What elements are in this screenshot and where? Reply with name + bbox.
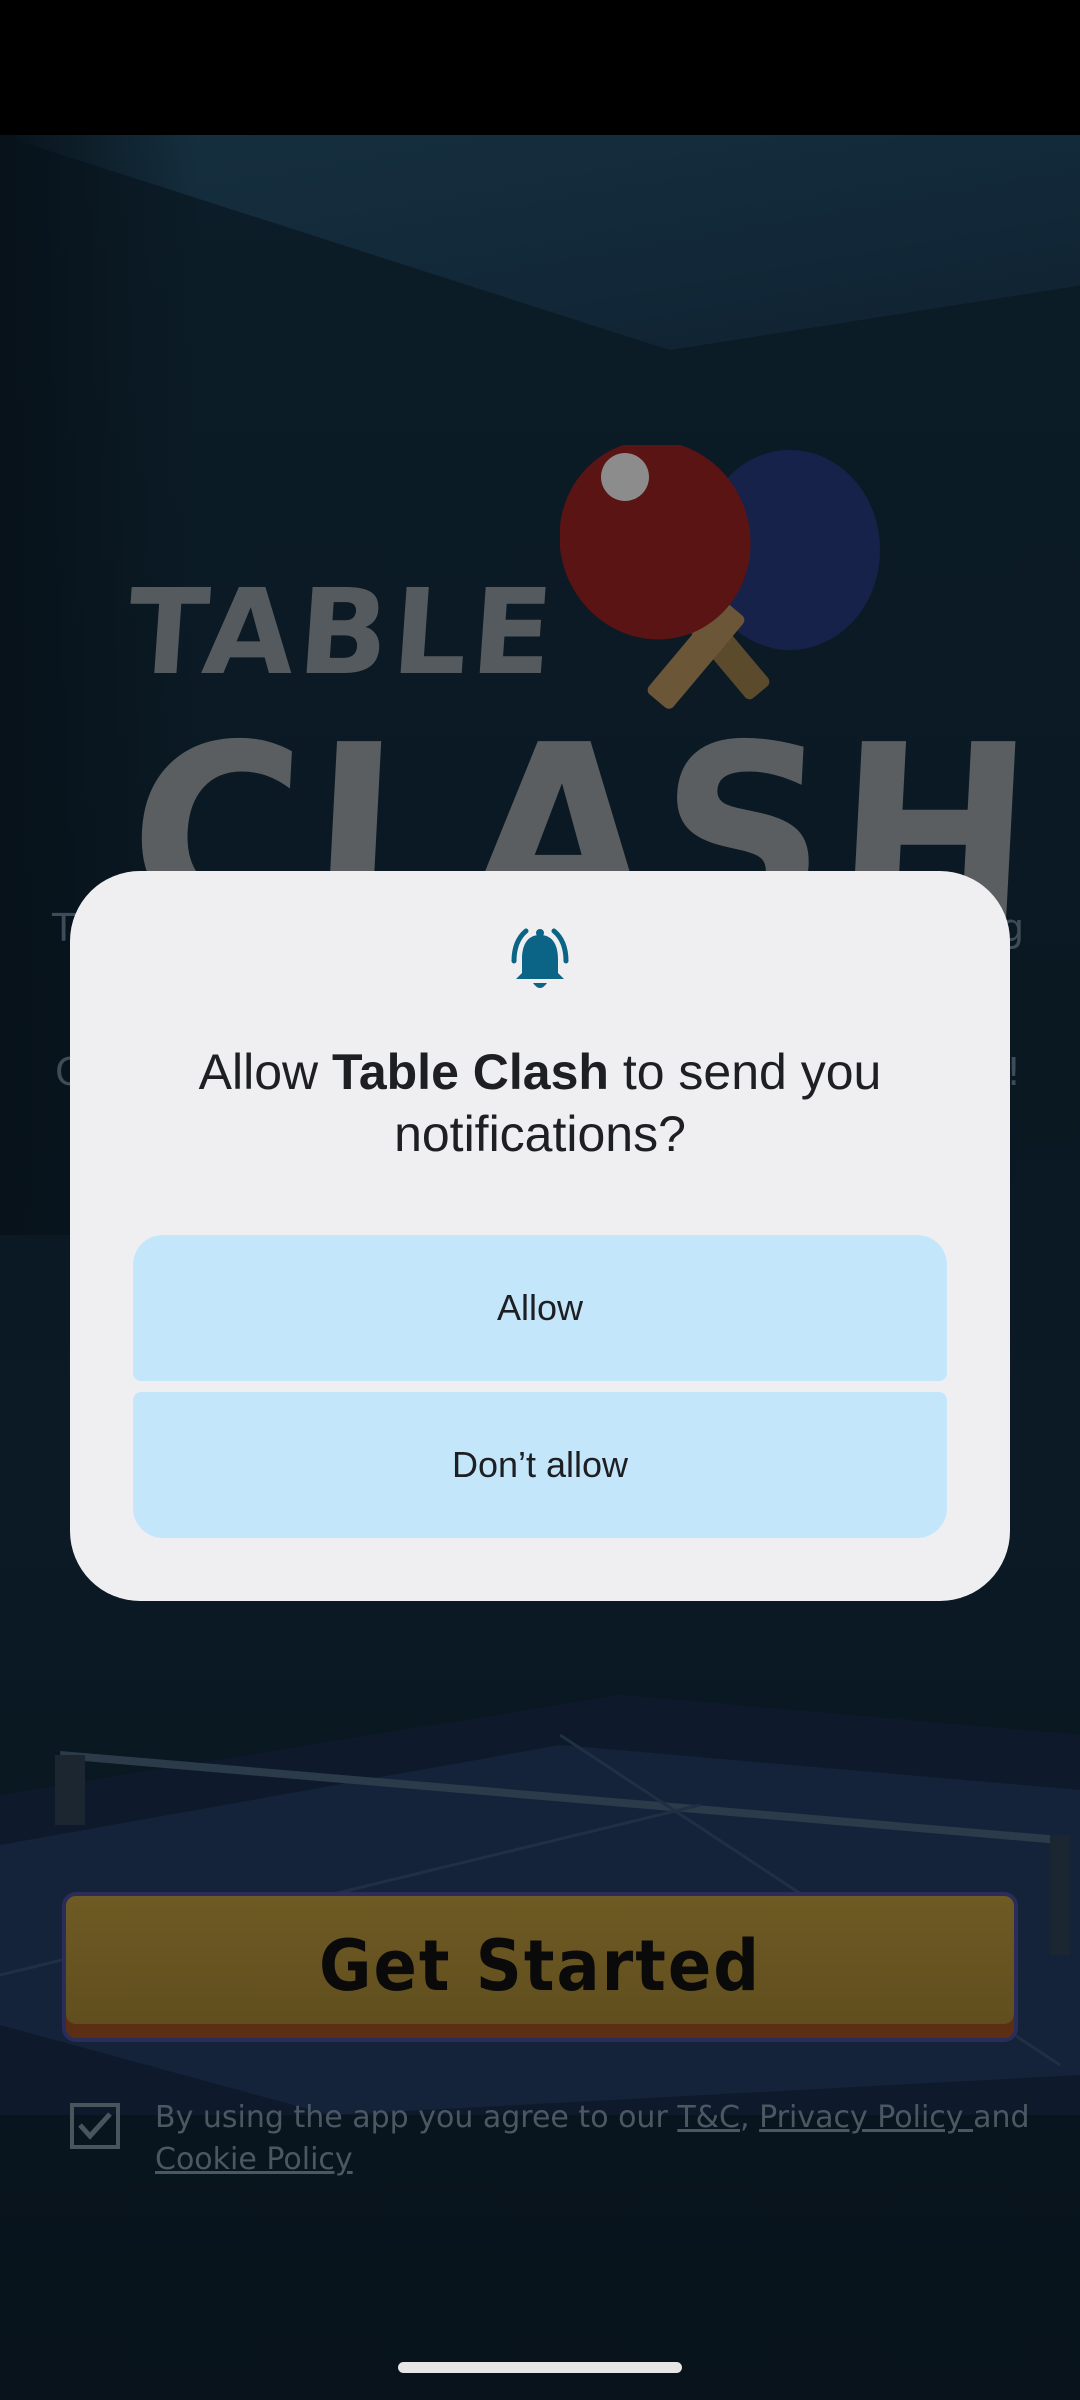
notification-permission-dialog: Allow Table Clash to send you notificati… <box>70 871 1010 1601</box>
checkmark-icon <box>78 2112 112 2140</box>
home-indicator[interactable] <box>398 2362 682 2373</box>
tc-link[interactable]: T&C <box>677 2100 740 2135</box>
status-bar <box>0 0 1080 135</box>
terms-checkbox[interactable] <box>70 2103 120 2149</box>
allow-button[interactable]: Allow <box>133 1235 947 1381</box>
bell-ringing-icon <box>511 928 569 988</box>
terms-prefix: By using the app you agree to our <box>155 2100 678 2135</box>
logo-text-table: TABLE <box>123 563 562 701</box>
terms-and: and <box>973 2100 1030 2135</box>
app-logo: TABLE CLASH <box>120 315 1048 980</box>
get-started-label: Get Started <box>318 1926 762 2008</box>
terms-text: By using the app you agree to our T&C, P… <box>155 2097 1080 2181</box>
dialog-title: Allow Table Clash to send you notificati… <box>110 1041 970 1165</box>
title-prefix: Allow <box>198 1044 332 1100</box>
title-app-name: Table Clash <box>332 1044 609 1100</box>
terms-separator: , <box>740 2100 760 2135</box>
cookie-policy-link[interactable]: Cookie Policy <box>155 2142 353 2177</box>
dont-allow-button[interactable]: Don’t allow <box>133 1392 947 1538</box>
privacy-policy-link[interactable]: Privacy Policy <box>759 2100 973 2135</box>
get-started-button[interactable]: Get Started <box>62 1892 1018 2042</box>
